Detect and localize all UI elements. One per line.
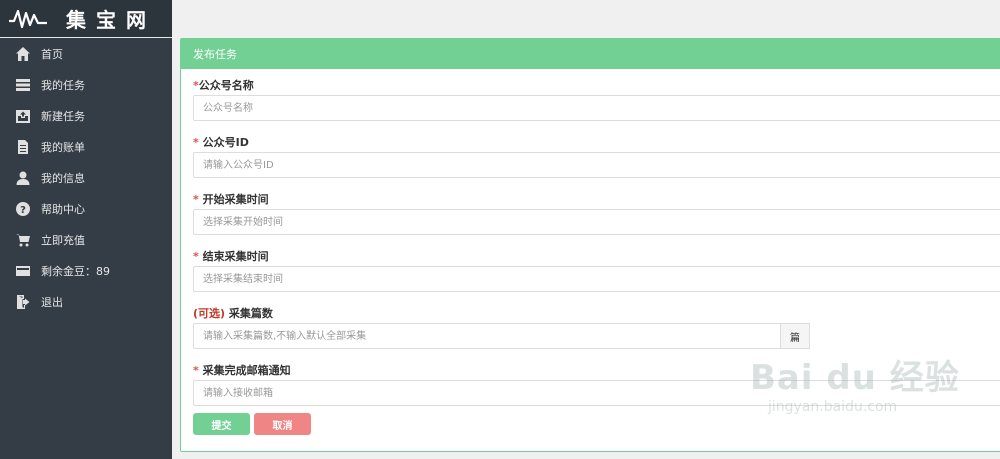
optional-mark: (可选) [193,307,226,320]
sidebar-item-label: 我的账单 [41,140,85,154]
watermark-logo: Bai du 经验 [750,358,960,398]
watermark-url: jingyan.baidu.com [768,399,898,415]
brand-name: 集宝网 [66,8,156,32]
account-name-input[interactable] [193,95,1000,121]
submit-button[interactable]: 提交 [193,413,250,435]
sidebar-item-my-bills[interactable]: 我的账单 [0,131,172,162]
article-count-input[interactable] [193,323,780,349]
sidebar-item-balance[interactable]: 剩余金豆：89 [0,255,172,286]
waveform-logo-icon [9,9,47,28]
field-account-id: * 公众号ID [193,134,1000,191]
field-end-time: * 结束采集时间 [193,248,1000,305]
sidebar-item-label: 帮助中心 [41,202,85,216]
sidebar-item-recharge[interactable]: 立即充值 [0,224,172,255]
inbox-upload-icon [15,108,31,124]
sidebar-item-label: 我的任务 [41,78,85,92]
sidebar-item-help[interactable]: ? 帮助中心 [0,193,172,224]
account-name-label: *公众号名称 [193,79,254,92]
list-icon [15,77,31,93]
sidebar-item-logout[interactable]: 退出 [0,286,172,317]
field-start-time: * 开始采集时间 [193,191,1000,248]
svg-text:?: ? [20,205,26,216]
start-time-input[interactable] [193,209,1000,235]
sidebar-nav: 首页 我的任务 新建任务 我的账单 我的信息 ? 帮助中心 立即充值 剩余金豆： [0,38,172,317]
sidebar-item-new-task[interactable]: 新建任务 [0,100,172,131]
account-id-input[interactable] [193,152,1000,178]
card-icon [15,263,31,279]
baidu-watermark: Bai du 经验 jingyan.baidu.com [750,350,970,440]
panel-title: 发布任务 [181,39,1000,69]
cart-icon [15,232,31,248]
sidebar-item-label: 剩余金豆：89 [41,264,110,278]
sidebar-item-label: 退出 [41,295,63,309]
article-count-unit: 篇 [780,323,810,349]
top-bar [172,0,1000,38]
article-count-input-group: 篇 [193,323,810,349]
start-time-label: * 开始采集时间 [193,193,269,206]
sidebar-item-label: 新建任务 [41,109,85,123]
home-icon [15,46,31,62]
end-time-label: * 结束采集时间 [193,250,269,263]
sidebar-item-label: 首页 [41,47,63,61]
sidebar-item-home[interactable]: 首页 [0,38,172,69]
sidebar-item-label: 立即充值 [41,233,85,247]
account-id-label: * 公众号ID [193,136,249,149]
cancel-button[interactable]: 取消 [254,413,311,435]
document-icon [15,139,31,155]
field-account-name: *公众号名称 [193,77,1000,134]
user-icon [15,170,31,186]
sidebar-item-my-info[interactable]: 我的信息 [0,162,172,193]
help-icon: ? [15,201,31,217]
end-time-input[interactable] [193,266,1000,292]
sidebar-item-label: 我的信息 [41,171,85,185]
brand[interactable]: 集宝网 [0,0,172,38]
article-count-label: (可选) 采集篇数 [193,307,273,320]
sidebar: 集宝网 首页 我的任务 新建任务 我的账单 我的信息 ? 帮助中心 立即充值 剩… [0,0,172,459]
sidebar-item-my-tasks[interactable]: 我的任务 [0,69,172,100]
logout-icon [15,294,31,310]
